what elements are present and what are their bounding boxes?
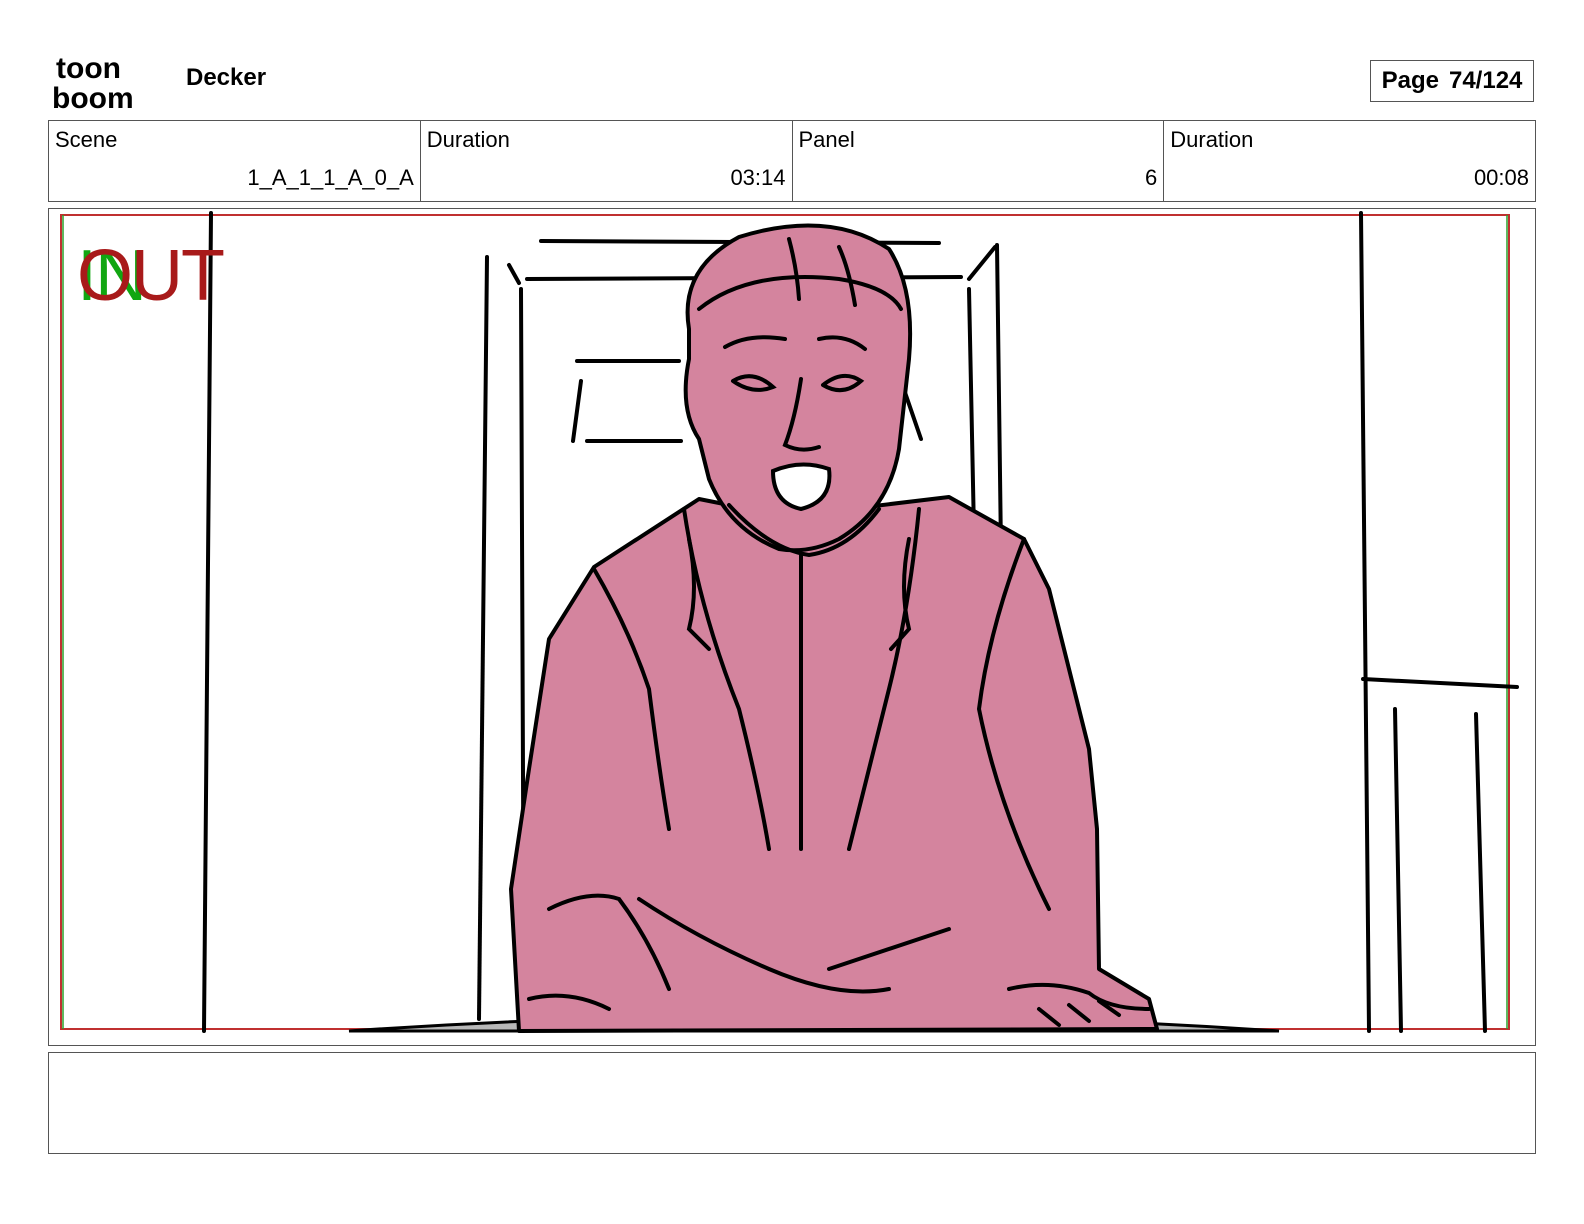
- storyboard-frame: IN OUT: [48, 208, 1536, 1046]
- scene-duration-value: 03:14: [730, 165, 786, 190]
- toonboom-logo: toon boom: [52, 52, 134, 112]
- logo-line1: toon: [56, 52, 121, 85]
- scene-label: Scene: [55, 127, 118, 152]
- panel-value: 6: [1145, 165, 1158, 190]
- scene-duration-label: Duration: [426, 127, 510, 152]
- scene-cell: Scene 1_A_1_1_A_0_A: [49, 121, 421, 201]
- panel-label: Panel: [798, 127, 855, 152]
- panel-duration-label: Duration: [1170, 127, 1254, 152]
- panel-drawing: [60, 211, 1519, 1033]
- page-indicator: Page 74/124: [1370, 60, 1534, 102]
- out-marker: OUT: [77, 236, 225, 316]
- panel-duration-value: 00:08: [1473, 165, 1529, 190]
- scene-value: 1_A_1_1_A_0_A: [247, 165, 414, 190]
- notes-area: [48, 1052, 1536, 1154]
- panel-cell: Panel 6: [793, 121, 1165, 201]
- page-label: Page: [1381, 67, 1439, 94]
- project-title: Decker: [186, 64, 267, 91]
- panel-info-table: Scene 1_A_1_1_A_0_A Duration 03:14 Panel…: [48, 120, 1536, 202]
- scene-duration-cell: Duration 03:14: [421, 121, 793, 201]
- character-body: [509, 495, 1159, 1033]
- page-number: 74/124: [1448, 67, 1523, 94]
- panel-duration-cell: Duration 00:08: [1164, 121, 1535, 201]
- logo-line2: boom: [52, 82, 134, 112]
